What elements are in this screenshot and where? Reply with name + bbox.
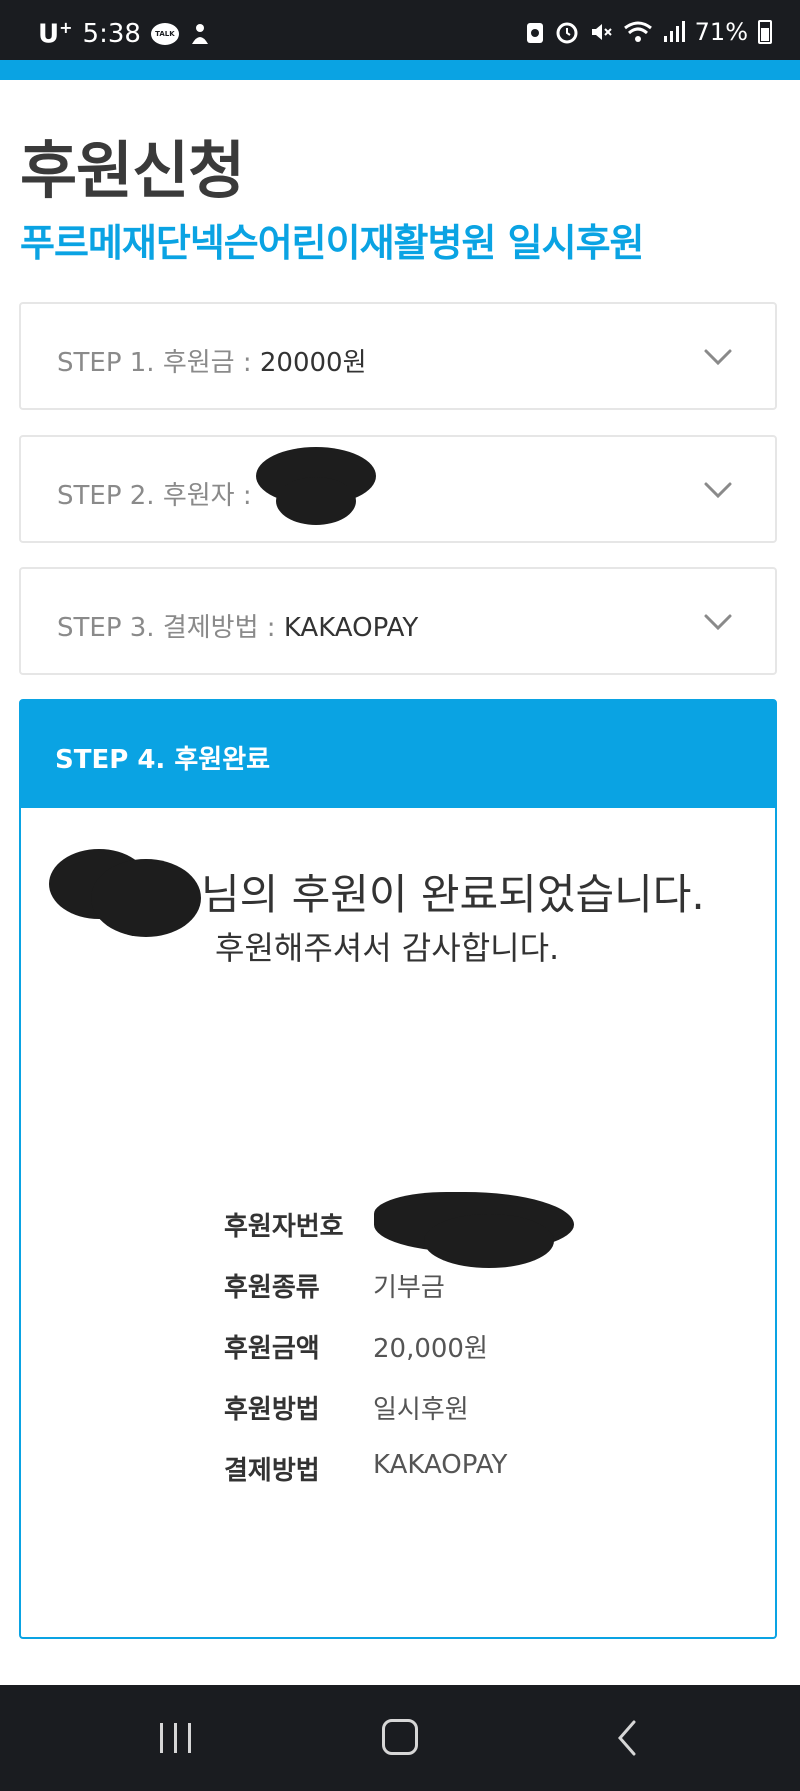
- info-key: 후원종류: [224, 1273, 320, 1303]
- completion-message: 님의 후원이 완료되었습니다.: [201, 870, 705, 919]
- step-4-header: STEP 4. 후원완료: [21, 701, 775, 808]
- carrier-label: U+: [38, 18, 73, 50]
- step-4-panel: STEP 4. 후원완료 님의 후원이 완료되었습니다. 후원해주셔서 감사합니…: [19, 699, 777, 1639]
- info-value: 20,000원: [373, 1334, 488, 1364]
- info-value: KAKAOPAY: [373, 1450, 508, 1480]
- info-key: 후원금액: [224, 1334, 320, 1364]
- alarm-icon: [556, 22, 578, 44]
- page-subtitle: 푸르메재단넥슨어린이재활병원 일시후원: [20, 221, 645, 265]
- step-2-label: STEP 2. 후원자 :: [57, 481, 252, 511]
- signal-icon: [663, 21, 685, 42]
- battery-icon: [758, 20, 772, 44]
- talk-icon: TALK: [150, 22, 179, 45]
- info-key: 후원자번호: [224, 1212, 344, 1242]
- step-2-card[interactable]: STEP 2. 후원자 :: [19, 435, 777, 543]
- step-4-title: STEP 4. 후원완료: [55, 745, 271, 775]
- info-row: 후원방법 일시후원: [224, 1389, 724, 1429]
- info-row: 후원종류 기부금: [224, 1267, 724, 1307]
- person-icon: [191, 23, 208, 44]
- wifi-icon: [623, 21, 652, 42]
- step-3-label: STEP 3. 결제방법 : KAKAOPAY: [57, 613, 419, 643]
- page-title: 후원신청: [20, 134, 245, 207]
- chevron-down-icon[interactable]: [703, 607, 733, 637]
- recent-apps-icon[interactable]: [158, 1723, 194, 1753]
- step-3-card[interactable]: STEP 3. 결제방법 : KAKAOPAY: [19, 567, 777, 675]
- accent-bar: [0, 60, 800, 80]
- info-value: 일시후원: [373, 1395, 469, 1425]
- home-icon[interactable]: [382, 1719, 418, 1755]
- battery-percent: 71%: [694, 18, 748, 46]
- navigation-bar: [0, 1685, 800, 1791]
- info-value: 기부금: [373, 1273, 445, 1303]
- step-1-label: STEP 1. 후원금 : 20000원: [57, 348, 367, 378]
- step-1-card[interactable]: STEP 1. 후원금 : 20000원: [19, 302, 777, 410]
- chevron-down-icon[interactable]: [703, 475, 733, 505]
- info-row: 후원금액 20,000원: [224, 1328, 724, 1368]
- info-row: 결제방법 KAKAOPAY: [224, 1450, 724, 1490]
- step-3-value: KAKAOPAY: [283, 613, 419, 643]
- status-time: 5:38: [82, 18, 141, 49]
- step-1-value: 20000원: [259, 348, 367, 378]
- back-icon[interactable]: [612, 1719, 642, 1757]
- info-key: 결제방법: [224, 1456, 320, 1486]
- redaction-mark: [276, 477, 356, 525]
- recycle-icon: [526, 23, 543, 43]
- thanks-message: 후원해주셔서 감사합니다.: [215, 929, 560, 967]
- status-bar: U+ 5:38 TALK 71%: [0, 0, 800, 60]
- info-key: 후원방법: [224, 1395, 320, 1425]
- mute-icon: [591, 24, 612, 40]
- redaction-mark: [91, 859, 201, 937]
- chevron-down-icon[interactable]: [703, 342, 733, 372]
- redaction-mark: [424, 1214, 554, 1268]
